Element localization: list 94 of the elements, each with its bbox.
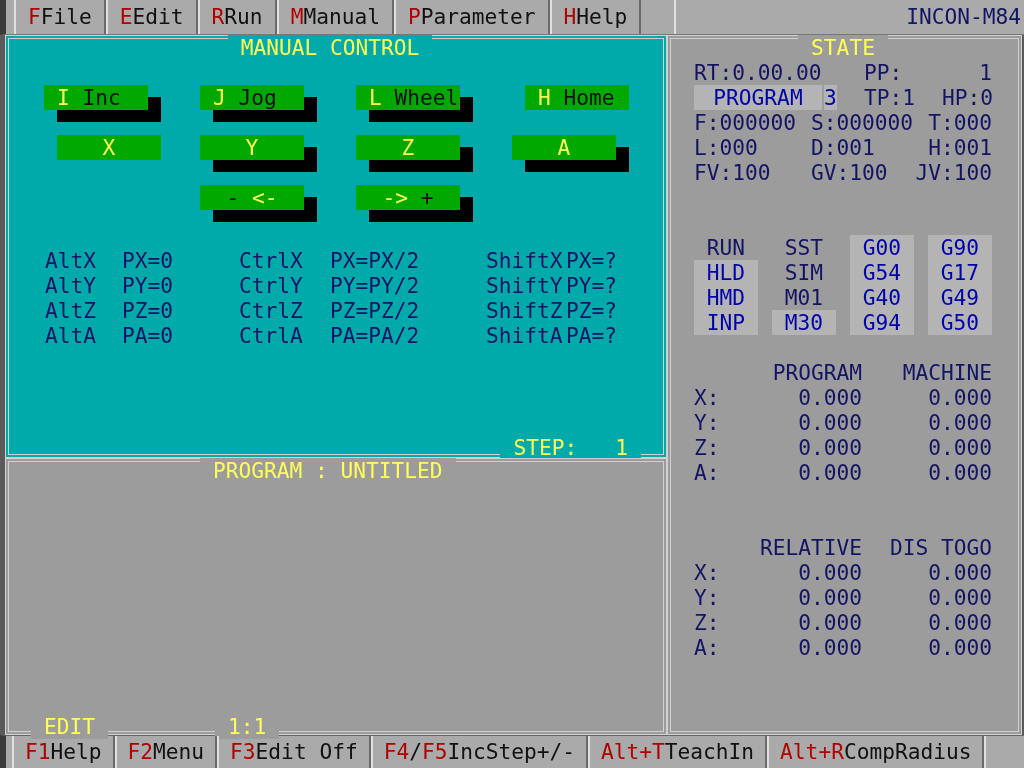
shortcut-key: ShiftY bbox=[486, 273, 566, 298]
position-value: 0.000 bbox=[797, 460, 862, 485]
position-value: 0.000 bbox=[927, 460, 992, 485]
status-code: G50 bbox=[928, 310, 992, 335]
shortcut-key: AltZ bbox=[45, 298, 122, 323]
shortcut-key: CtrlA bbox=[239, 323, 330, 348]
position-value: 0.000 bbox=[927, 385, 992, 410]
state-value: TP:1 bbox=[864, 85, 917, 110]
shortcut-key: AltX bbox=[45, 248, 122, 273]
step-value: 1 bbox=[615, 435, 628, 460]
state-value: D:001 bbox=[811, 135, 876, 160]
position-value: 0.000 bbox=[797, 385, 862, 410]
shortcut-key: ShiftX bbox=[486, 248, 566, 273]
state-value: HP:0 bbox=[942, 85, 994, 110]
state-value: H:001 bbox=[928, 135, 992, 160]
status-code: HLD bbox=[694, 260, 758, 285]
status-code: G49 bbox=[928, 285, 992, 310]
shortcut-action: PX=0 bbox=[122, 248, 175, 273]
status-code: G94 bbox=[850, 310, 914, 335]
position-value: 0.000 bbox=[927, 610, 992, 635]
shortcut-action: PZ=? bbox=[566, 298, 619, 323]
position-value: 0.000 bbox=[927, 635, 992, 660]
status-code: INP bbox=[694, 310, 758, 335]
mode-button[interactable]: H Home bbox=[525, 85, 629, 110]
position-value: 0.000 bbox=[797, 585, 862, 610]
status-code: HMD bbox=[694, 285, 758, 310]
status-code: G00 bbox=[850, 235, 914, 260]
shortcut-action: PY=PY/2 bbox=[330, 273, 421, 298]
status-code: G90 bbox=[928, 235, 992, 260]
function-key[interactable]: F1Help bbox=[12, 736, 115, 768]
program-indicator: PROGRAM bbox=[694, 85, 822, 110]
shortcut-key: CtrlZ bbox=[239, 298, 330, 323]
state-value: L:000 bbox=[694, 135, 759, 160]
position-value: 0.000 bbox=[797, 435, 862, 460]
shortcut-key: AltA bbox=[45, 323, 122, 348]
status-code: RUN bbox=[705, 235, 747, 260]
shortcut-action: PZ=PZ/2 bbox=[330, 298, 421, 323]
axis-label: Y: bbox=[694, 585, 721, 610]
step-label: STEP: bbox=[513, 435, 578, 460]
shortcut-action: PY=0 bbox=[122, 273, 175, 298]
state-value: 1 bbox=[979, 60, 992, 85]
function-key[interactable]: F2Menu bbox=[114, 736, 218, 768]
position-value: 0.000 bbox=[797, 410, 862, 435]
position-value: 0.000 bbox=[797, 610, 862, 635]
status-code: G40 bbox=[850, 285, 914, 310]
shortcut-key: AltY bbox=[45, 273, 122, 298]
axis-label: A: bbox=[694, 635, 721, 660]
axis-label: X: bbox=[694, 385, 721, 410]
column-header: PROGRAM bbox=[771, 360, 862, 385]
state-label: PP: bbox=[864, 60, 904, 85]
position-value: 0.000 bbox=[927, 560, 992, 585]
axis-label: X: bbox=[694, 560, 721, 585]
shortcut-action: PZ=0 bbox=[122, 298, 175, 323]
shortcut-key: ShiftZ bbox=[486, 298, 566, 323]
column-header: DIS TOGO bbox=[888, 535, 992, 560]
state-value: GV:100 bbox=[811, 160, 889, 185]
function-key[interactable]: F4/F5IncStep+/- bbox=[370, 736, 589, 768]
state-value: T:000 bbox=[928, 110, 992, 135]
state-value: JV:100 bbox=[915, 160, 992, 185]
shortcut-action: PY=? bbox=[566, 273, 619, 298]
column-header: MACHINE bbox=[901, 360, 992, 385]
status-code: SST bbox=[783, 235, 825, 260]
status-code: M30 bbox=[772, 310, 836, 335]
status-code: G54 bbox=[850, 260, 914, 285]
axis-label: Z: bbox=[694, 610, 721, 635]
function-key[interactable]: Alt+RCompRadius bbox=[767, 736, 985, 768]
function-key[interactable]: Alt+TTeachIn bbox=[588, 736, 768, 768]
axis-label: A: bbox=[694, 460, 721, 485]
state-value: F:000000 bbox=[694, 110, 798, 135]
axis-label: Z: bbox=[694, 435, 721, 460]
shortcut-key: CtrlX bbox=[239, 248, 330, 273]
position-value: 0.000 bbox=[797, 560, 862, 585]
position-value: 0.000 bbox=[927, 410, 992, 435]
state-value: S:000000 bbox=[811, 110, 915, 135]
shortcut-action: PX=PX/2 bbox=[330, 248, 421, 273]
status-code: G17 bbox=[928, 260, 992, 285]
shortcut-action: PA=? bbox=[566, 323, 619, 348]
shortcut-key: ShiftA bbox=[486, 323, 566, 348]
axis-label: Y: bbox=[694, 410, 721, 435]
run-time: RT:0.00.00 bbox=[694, 60, 823, 85]
position-value: 0.000 bbox=[927, 435, 992, 460]
position-value: 0.000 bbox=[797, 635, 862, 660]
status-code: SIM bbox=[783, 260, 825, 285]
shortcut-action: PA=0 bbox=[122, 323, 175, 348]
column-header: RELATIVE bbox=[758, 535, 862, 560]
function-key[interactable]: F3Edit Off bbox=[217, 736, 371, 768]
shortcut-key: CtrlY bbox=[239, 273, 330, 298]
shortcut-action: PA=PA/2 bbox=[330, 323, 421, 348]
state-value: FV:100 bbox=[694, 160, 772, 185]
status-code: M01 bbox=[783, 285, 825, 310]
program-number: 3 bbox=[824, 85, 837, 110]
shortcut-action: PX=? bbox=[566, 248, 619, 273]
product-name: INCON-M84 bbox=[906, 4, 1021, 29]
position-value: 0.000 bbox=[927, 585, 992, 610]
